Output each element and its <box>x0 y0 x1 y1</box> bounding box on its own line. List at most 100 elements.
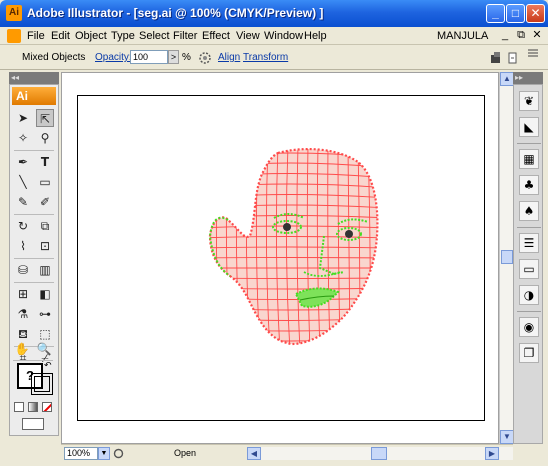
hand-tool[interactable]: ✋ <box>13 340 31 358</box>
title-bar: Ai Adobe Illustrator - [seg.ai @ 100% (C… <box>0 0 548 27</box>
paintbrush-tool[interactable]: ✎ <box>14 193 32 211</box>
rectangle-tool[interactable]: ▭ <box>36 173 54 191</box>
dock-divider <box>517 227 541 228</box>
appearance-panel-icon[interactable]: ◑ <box>519 285 539 305</box>
control-menu-icon[interactable] <box>506 51 520 65</box>
screen-mode-button[interactable] <box>22 418 44 430</box>
face-mesh-artwork[interactable] <box>78 96 486 422</box>
stroke-panel-icon[interactable]: ☰ <box>519 233 539 253</box>
user-name: MANJULA <box>437 30 489 42</box>
document-setup-icon[interactable] <box>490 51 504 65</box>
artboard[interactable] <box>77 95 485 421</box>
document-restore-button[interactable]: ⧉ <box>514 28 528 43</box>
document-minimize-button[interactable]: _ <box>498 28 512 43</box>
menu-view[interactable]: View <box>236 30 260 42</box>
free-transform-tool[interactable]: ⊡ <box>36 237 54 255</box>
type-tool[interactable]: T <box>36 153 54 171</box>
scroll-up-button[interactable]: ▲ <box>500 72 514 86</box>
maximize-button[interactable]: □ <box>506 4 525 23</box>
illustrator-logo: Ai <box>12 87 56 105</box>
panel-dock: ❦ ◣ ▦ ♣ ♠ ☰ ▭ ◑ ◉ ❐ <box>513 84 543 444</box>
opacity-dropdown-button[interactable]: > <box>168 50 179 64</box>
menu-file[interactable]: File <box>27 30 45 42</box>
minimize-button[interactable]: _ <box>486 4 505 23</box>
scroll-right-button[interactable]: ▶ <box>485 447 499 460</box>
warp-tool[interactable]: ⌇ <box>14 237 32 255</box>
document-canvas[interactable] <box>61 72 499 444</box>
gradient-panel-icon[interactable]: ◣ <box>519 117 539 137</box>
vertical-scrollbar[interactable]: ▲ ▼ <box>499 72 514 444</box>
close-button[interactable]: ✕ <box>526 4 545 23</box>
color-mode-button[interactable] <box>14 402 24 412</box>
control-bar: Mixed Objects Opacity: 100 > % Align Tra… <box>0 45 548 70</box>
symbols-panel-icon[interactable]: ♣ <box>519 175 539 195</box>
stroke-swatch[interactable] <box>31 373 53 395</box>
menu-filter[interactable]: Filter <box>173 30 197 42</box>
status-bar: 100% ▼ Open ◀ ▶ <box>61 444 513 461</box>
menu-effect[interactable]: Effect <box>202 30 230 42</box>
window-title: Adobe Illustrator - [seg.ai @ 100% (CMYK… <box>27 6 324 20</box>
menu-help[interactable]: Help <box>304 30 327 42</box>
symbol-sprayer-tool[interactable]: ⛁ <box>14 261 32 279</box>
tool-divider <box>14 258 54 259</box>
swap-fill-stroke-icon[interactable]: ↶ <box>44 360 52 371</box>
recolor-icon[interactable] <box>198 51 212 65</box>
menu-type[interactable]: Type <box>111 30 135 42</box>
graphic-styles-panel-icon[interactable]: ♠ <box>519 201 539 221</box>
blend-tool[interactable]: ⊶ <box>36 305 54 323</box>
pen-tool[interactable]: ✒ <box>14 153 32 171</box>
transform-link[interactable]: Transform <box>243 52 288 63</box>
tool-divider <box>14 150 54 151</box>
gradient-mode-button[interactable] <box>28 402 38 412</box>
scroll-left-button[interactable]: ◀ <box>247 447 261 460</box>
align-link[interactable]: Align <box>218 52 240 63</box>
mesh-tool[interactable]: ⊞ <box>14 285 32 303</box>
panel-options-icon[interactable] <box>526 47 540 61</box>
horizontal-scrollbar[interactable] <box>261 447 513 460</box>
opacity-percent: % <box>182 52 191 63</box>
vertical-scroll-thumb[interactable] <box>501 250 513 264</box>
zoom-dropdown-button[interactable]: ▼ <box>98 447 110 460</box>
zoom-level-input[interactable]: 100% <box>64 447 98 460</box>
panel-dock-collapse-strip[interactable]: ▸▸ <box>513 72 543 84</box>
menu-object[interactable]: Object <box>75 30 107 42</box>
face-mesh-fill <box>210 149 378 344</box>
dock-divider <box>517 143 541 144</box>
selection-tool[interactable]: ➤ <box>14 109 32 127</box>
tool-divider <box>14 282 54 283</box>
menu-edit[interactable]: Edit <box>51 30 70 42</box>
opacity-input[interactable]: 100 <box>130 50 168 64</box>
transparency-panel-icon[interactable]: ▭ <box>519 259 539 279</box>
magic-wand-tool[interactable]: ✧ <box>14 129 32 147</box>
menu-window[interactable]: Window <box>264 30 303 42</box>
menu-select[interactable]: Select <box>139 30 170 42</box>
right-eye-pupil <box>345 230 353 238</box>
menu-bar: File Edit Object Type Select Filter Effe… <box>0 27 548 45</box>
line-segment-tool[interactable]: ╲ <box>14 173 32 191</box>
scroll-down-button[interactable]: ▼ <box>500 430 514 444</box>
color-panel-icon[interactable]: ◉ <box>519 317 539 337</box>
scale-tool[interactable]: ⧉ <box>36 217 54 235</box>
pencil-tool[interactable]: ✐ <box>36 193 54 211</box>
brushes-panel-icon[interactable]: ❦ <box>519 91 539 111</box>
swatches-panel-icon[interactable]: ▦ <box>519 149 539 169</box>
status-menu-icon[interactable] <box>113 448 124 459</box>
tool-divider <box>14 214 54 215</box>
none-mode-button[interactable] <box>42 402 52 412</box>
column-graph-tool[interactable]: ▥ <box>36 261 54 279</box>
rotate-tool[interactable]: ↻ <box>14 217 32 235</box>
horizontal-scroll-thumb[interactable] <box>371 447 387 460</box>
document-icon[interactable] <box>7 29 21 43</box>
eyedropper-tool[interactable]: ⚗ <box>14 305 32 323</box>
toolbox-collapse-strip[interactable]: ◂◂ <box>9 72 59 84</box>
opacity-link[interactable]: Opacity: <box>95 52 132 63</box>
lasso-tool[interactable]: ⚲ <box>36 129 54 147</box>
left-eye-pupil <box>283 223 291 231</box>
layers-panel-icon[interactable]: ❐ <box>519 343 539 363</box>
illustrator-app-icon[interactable]: Ai <box>6 5 22 21</box>
direct-selection-tool[interactable]: ⇱ <box>36 109 54 127</box>
gradient-tool[interactable]: ◧ <box>36 285 54 303</box>
status-text: Open <box>174 448 197 458</box>
document-close-button[interactable]: ✕ <box>530 28 544 43</box>
zoom-tool[interactable]: 🔍 <box>35 340 53 358</box>
